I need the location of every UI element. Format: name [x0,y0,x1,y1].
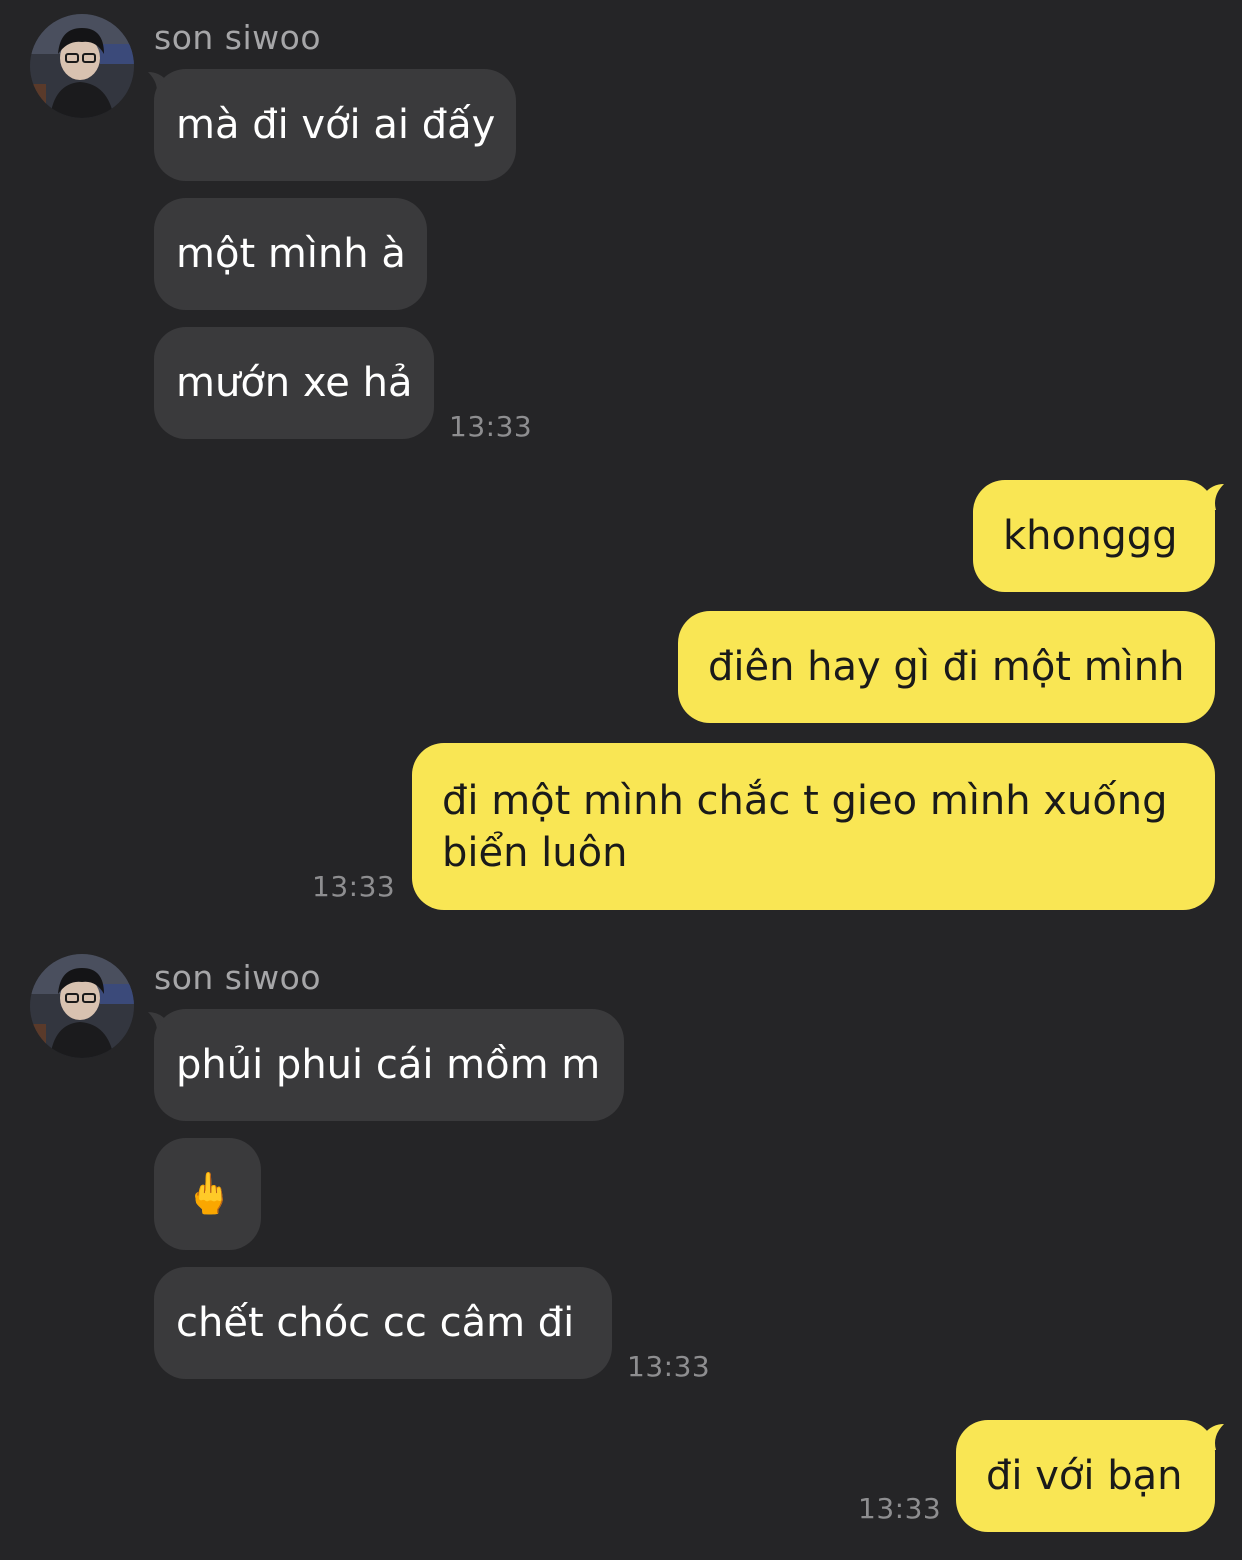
message-text: một mình à [176,231,406,277]
message-timestamp: 13:33 [627,1350,711,1383]
message-text: khonggg [1003,513,1178,559]
message-text: đi một mình chắc t gieo mình xuống biển … [442,778,1168,876]
message-text: mà đi với ai đấy [176,102,496,148]
message-bubble-incoming[interactable]: chết chóc cc câm đi [154,1267,612,1379]
sender-name: son siwoo [154,958,322,997]
contact-avatar[interactable] [30,954,134,1058]
middle-finger-emoji-icon: 🖕 [184,1171,234,1217]
message-bubble-outgoing[interactable]: điên hay gì đi một mình [678,611,1215,723]
message-bubble-outgoing[interactable]: đi một mình chắc t gieo mình xuống biển … [412,743,1215,910]
message-bubble-incoming[interactable]: mướn xe hả [154,327,434,439]
message-bubble-outgoing[interactable]: đi với bạn [956,1420,1215,1532]
message-timestamp: 13:33 [449,410,533,443]
message-timestamp: 13:33 [858,1492,942,1525]
message-text: điên hay gì đi một mình [708,644,1185,690]
message-bubble-incoming[interactable]: 🖕 [154,1138,261,1250]
avatar-photo [30,954,134,1058]
message-text: đi với bạn [986,1453,1183,1499]
sender-name: son siwoo [154,18,322,57]
message-text: mướn xe hả [176,360,413,406]
message-text: chết chóc cc câm đi [176,1300,575,1346]
message-bubble-incoming[interactable]: phủi phui cái mồm m [154,1009,624,1121]
message-text: phủi phui cái mồm m [176,1042,601,1088]
avatar-photo [30,14,134,118]
message-timestamp: 13:33 [312,870,396,903]
contact-avatar[interactable] [30,14,134,118]
message-bubble-outgoing[interactable]: khonggg [973,480,1215,592]
message-bubble-incoming[interactable]: mà đi với ai đấy [154,69,516,181]
message-bubble-incoming[interactable]: một mình à [154,198,427,310]
